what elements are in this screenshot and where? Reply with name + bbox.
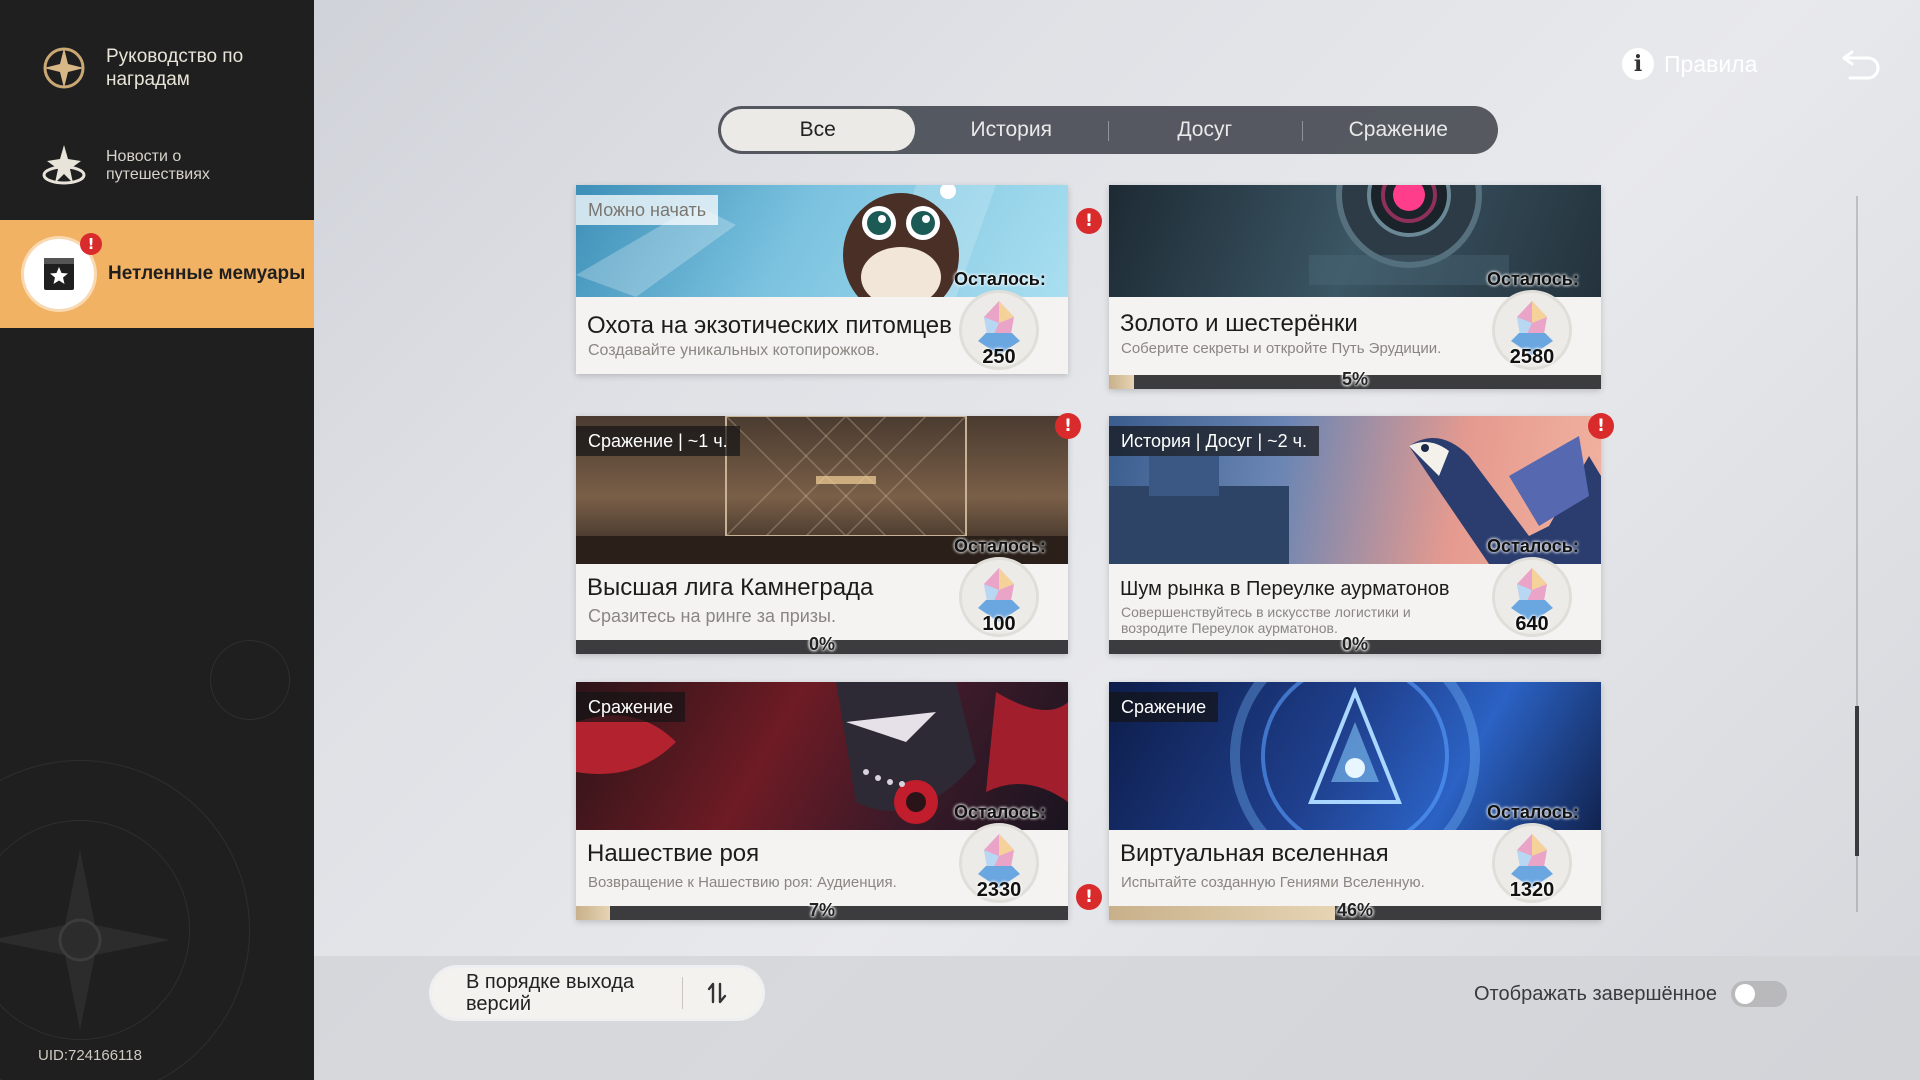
reward-remaining: Осталось: 2580 xyxy=(1487,269,1579,370)
stellar-jade-icon: 640 xyxy=(1492,557,1572,637)
event-tag: Сражение xyxy=(576,692,686,722)
tab-leisure[interactable]: Досуг xyxy=(1108,109,1302,151)
back-button[interactable] xyxy=(1840,44,1884,84)
alert-badge: ! xyxy=(1076,208,1102,234)
uid-label: UID:724166118 xyxy=(38,1047,142,1064)
stellar-jade-icon: 2580 xyxy=(1492,290,1572,370)
event-card-aurumaton-alley[interactable]: История | Досуг | ~2 ч. Шум рынка в Пере… xyxy=(1109,416,1601,654)
divider xyxy=(682,977,683,1009)
event-progress-bar: 0% xyxy=(576,634,1068,654)
reward-amount: 100 xyxy=(982,613,1016,635)
memoir-book-icon: ! xyxy=(24,233,102,309)
reward-remaining: Осталось: 2330 xyxy=(954,802,1046,903)
reward-remaining: Осталось: 250 xyxy=(954,269,1046,370)
stellar-jade-icon: 250 xyxy=(959,290,1039,370)
star-portal-icon xyxy=(36,138,92,194)
event-tag: История | Досуг | ~2 ч. xyxy=(1109,426,1320,456)
tab-story[interactable]: История xyxy=(915,109,1109,151)
remaining-label: Осталось: xyxy=(1487,802,1579,822)
progress-label: 0% xyxy=(808,634,835,654)
stellar-jade-icon: 1320 xyxy=(1492,823,1572,903)
show-completed-label: Отображать завершённое xyxy=(1474,982,1717,1005)
event-card-stonegrad-league[interactable]: Сражение | ~1 ч. Высшая лига Камнеграда … xyxy=(576,416,1068,654)
alert-badge: ! xyxy=(1076,884,1102,910)
sort-order-label: В порядке выхода версий xyxy=(466,971,635,1015)
reward-remaining: Осталось: 640 xyxy=(1487,536,1579,637)
scrollbar-thumb[interactable] xyxy=(1855,706,1859,856)
sidebar-item-label: Нетленные мемуары xyxy=(108,263,306,284)
stellar-jade-icon: 2330 xyxy=(959,823,1039,903)
reward-amount: 2580 xyxy=(1509,346,1555,368)
info-icon: i xyxy=(1622,48,1654,80)
event-title: Шум рынка в Переулке аурматонов xyxy=(1120,578,1450,600)
event-card-exotic-pets[interactable]: Можно начать Охота на экзотических питом… xyxy=(576,185,1068,374)
remaining-label: Осталось: xyxy=(1487,536,1579,556)
alert-badge: ! xyxy=(1588,413,1614,439)
event-description: Сразитесь на ринге за призы. xyxy=(588,606,836,626)
reward-amount: 2330 xyxy=(976,879,1022,901)
event-title: Высшая лига Камнеграда xyxy=(587,574,874,601)
event-progress-bar: 5% xyxy=(1109,369,1601,389)
event-description: Испытайте созданную Гениями Вселенную. xyxy=(1121,874,1425,891)
event-description: Соберите секреты и откройте Путь Эрудици… xyxy=(1121,340,1442,357)
event-tag: Сражение xyxy=(1109,692,1219,722)
sidebar-item-label: Руководство по наградам xyxy=(106,46,244,90)
remaining-label: Осталось: xyxy=(954,802,1046,822)
event-progress-bar: 7% xyxy=(576,900,1068,920)
return-arrow-icon xyxy=(1842,50,1880,80)
rules-button[interactable]: i Правила xyxy=(1622,48,1757,80)
reward-remaining: Осталось: 1320 xyxy=(1487,802,1579,903)
progress-label: 0% xyxy=(1341,634,1368,654)
event-description: Создавайте уникальных котопирожков. xyxy=(588,342,880,359)
sidebar-item-reward-guide[interactable]: Руководство по наградам xyxy=(0,30,314,106)
sidebar-item-label: Новости о путешествиях xyxy=(106,148,210,183)
event-title: Нашествие роя xyxy=(587,840,760,867)
category-tabs: Все История Досуг Сражение xyxy=(718,106,1498,154)
reward-amount: 250 xyxy=(982,346,1016,368)
event-card-simulated-universe[interactable]: Сражение Виртуальная вселенная Испытайте… xyxy=(1109,682,1601,920)
remaining-label: Осталось: xyxy=(954,269,1046,289)
tab-combat[interactable]: Сражение xyxy=(1301,109,1496,151)
show-completed-toggle[interactable] xyxy=(1730,981,1787,1007)
event-title: Золото и шестерёнки xyxy=(1120,310,1358,337)
alert-badge: ! xyxy=(1055,413,1081,439)
event-progress-bar: 46% xyxy=(1109,900,1601,920)
progress-label: 46% xyxy=(1336,900,1374,920)
alert-badge: ! xyxy=(80,233,102,255)
event-title: Виртуальная вселенная xyxy=(1120,840,1389,867)
sort-arrows-icon xyxy=(707,982,727,1004)
compass-decoration-icon xyxy=(0,850,170,1030)
sidebar-item-travel-news[interactable]: Новости о путешествиях xyxy=(0,126,314,206)
tab-all[interactable]: Все xyxy=(721,109,915,151)
event-tag: Сражение | ~1 ч. xyxy=(576,426,740,456)
event-description: Совершенствуйтесь в искусстве логистики … xyxy=(1121,604,1411,636)
remaining-label: Осталось: xyxy=(954,536,1046,556)
event-title: Охота на экзотических питомцев xyxy=(587,312,952,339)
stellar-jade-icon: 100 xyxy=(959,557,1039,637)
remaining-label: Осталось: xyxy=(1487,269,1579,289)
sidebar: Руководство по наградам Новости о путеше… xyxy=(0,0,314,1080)
sort-order-button[interactable]: В порядке выхода версий xyxy=(432,968,762,1018)
event-tag: Можно начать xyxy=(576,195,719,225)
rules-label: Правила xyxy=(1664,50,1758,77)
reward-remaining: Осталось: 100 xyxy=(954,536,1046,637)
event-progress-bar: 0% xyxy=(1109,634,1601,654)
toggle-knob xyxy=(1734,984,1755,1004)
sidebar-item-memoirs[interactable]: ! Нетленные мемуары xyxy=(0,220,314,328)
show-completed-control: Отображать завершённое xyxy=(1474,981,1787,1007)
event-card-swarm-disaster[interactable]: Сражение Нашествие роя Возвращение к Наш… xyxy=(576,682,1068,920)
reward-amount: 1320 xyxy=(1509,879,1555,901)
compass-star-icon xyxy=(36,40,92,96)
progress-label: 5% xyxy=(1341,369,1368,389)
progress-label: 7% xyxy=(808,900,835,920)
event-description: Возвращение к Нашествию роя: Аудиенция. xyxy=(588,874,897,891)
event-card-gold-and-gears[interactable]: Золото и шестерёнки Соберите секреты и о… xyxy=(1109,185,1601,389)
reward-amount: 640 xyxy=(1515,613,1549,635)
